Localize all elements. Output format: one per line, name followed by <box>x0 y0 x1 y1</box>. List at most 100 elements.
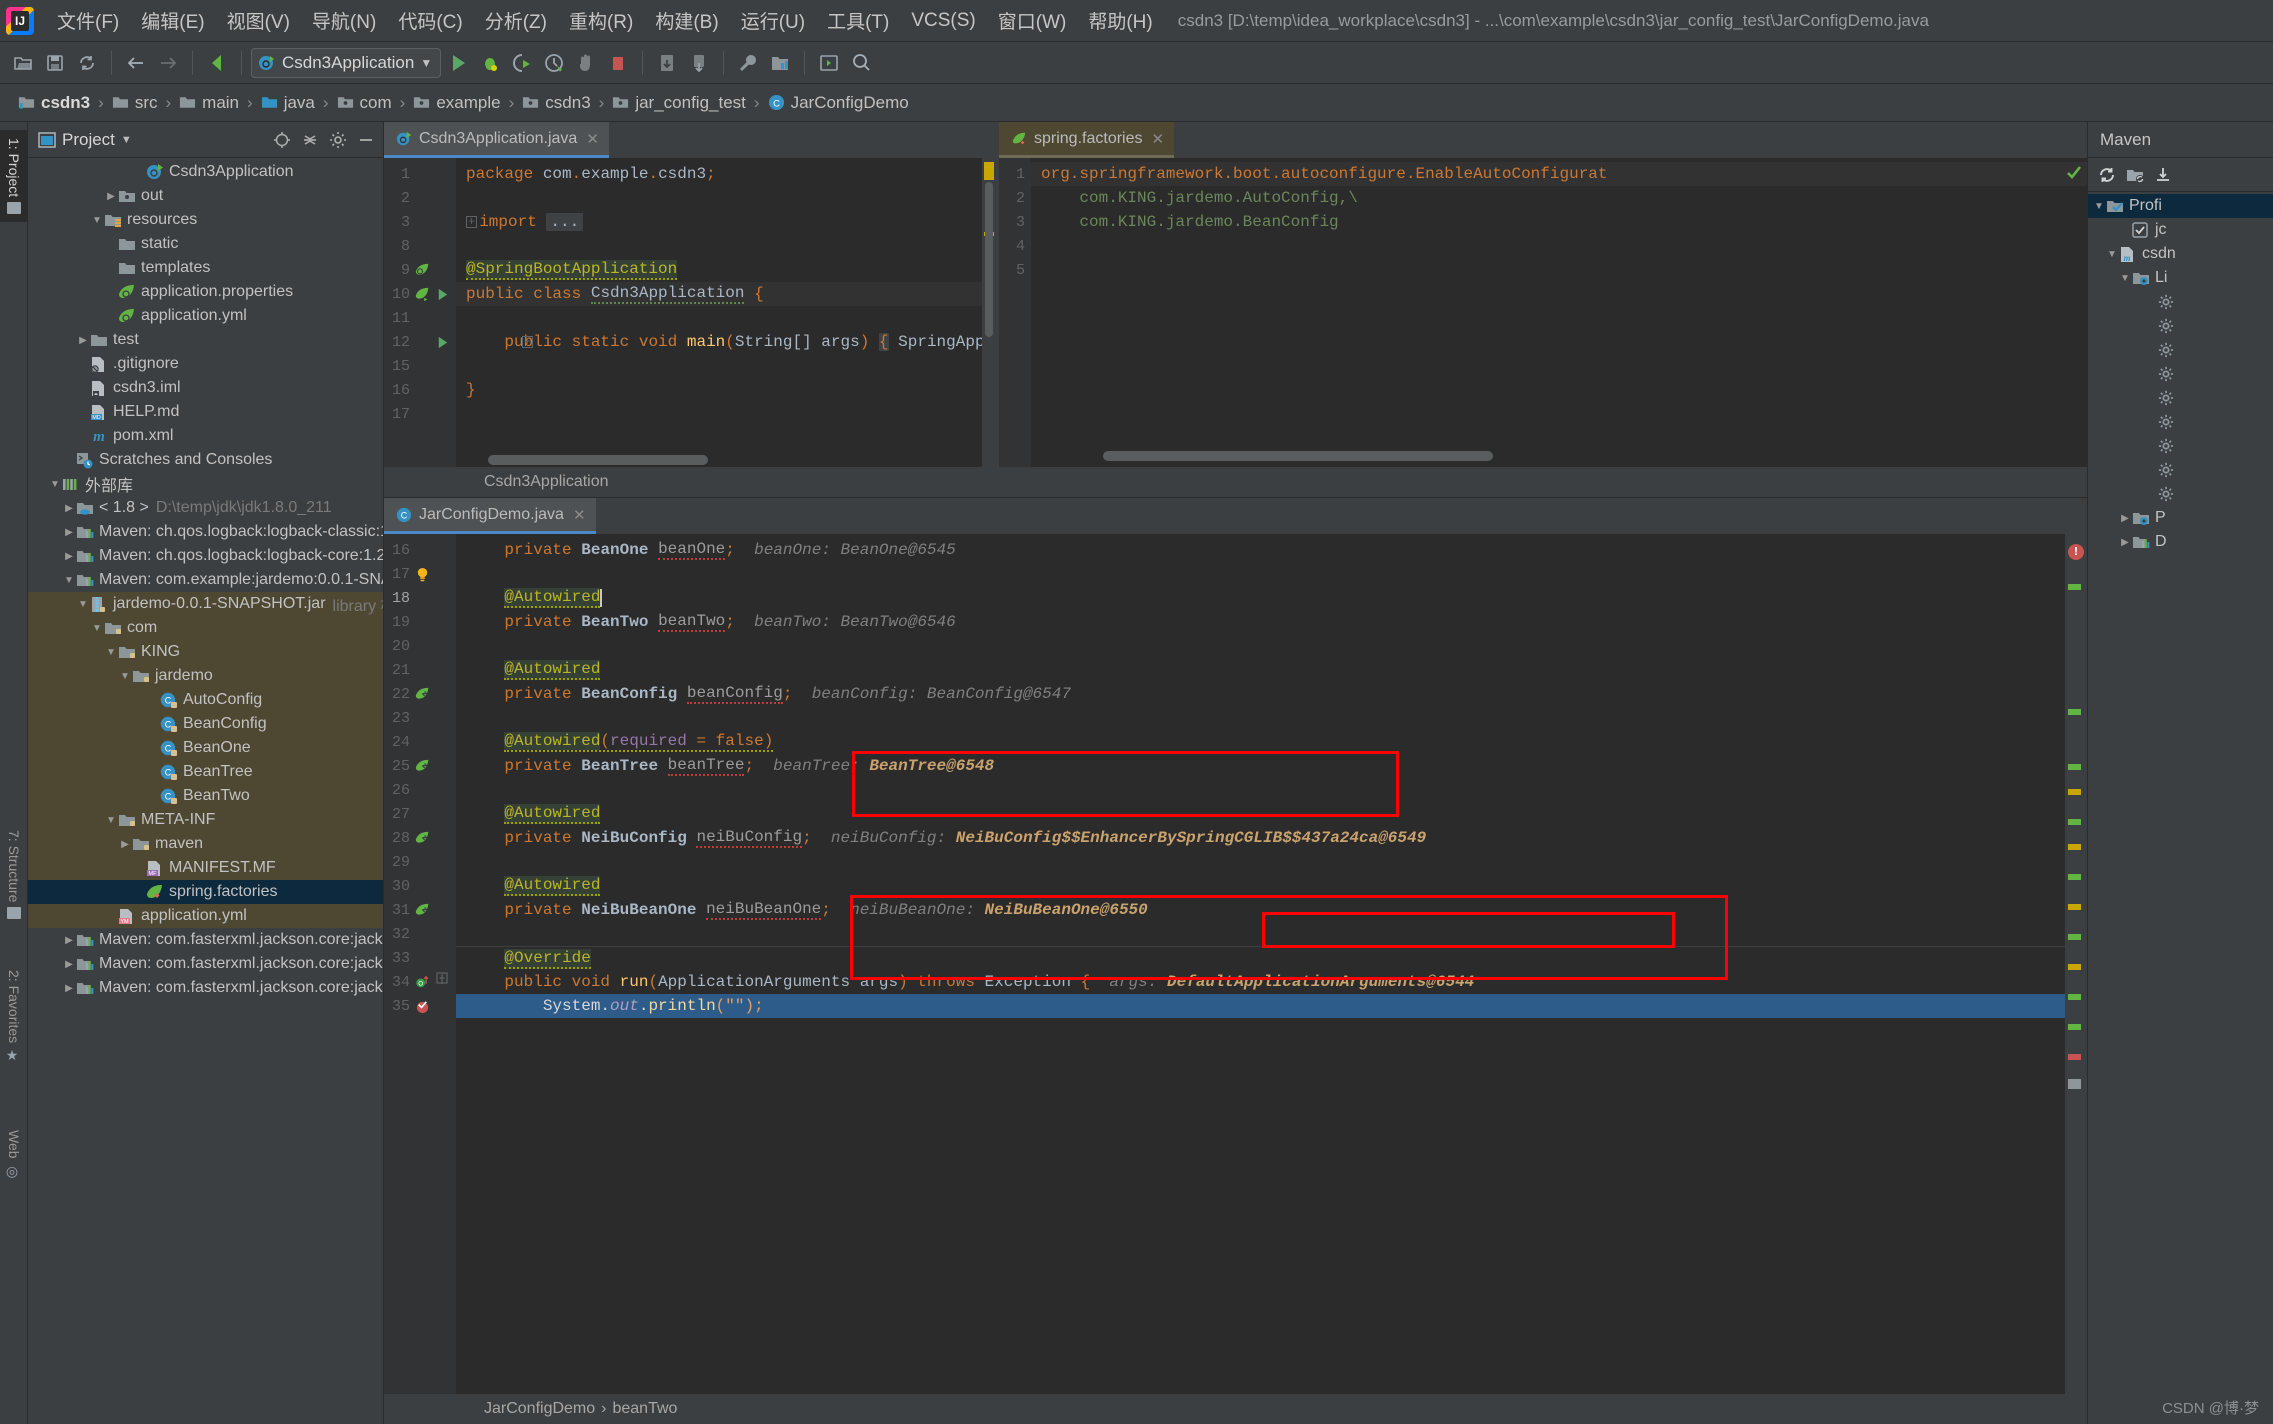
chevron-right-icon[interactable]: ▶ <box>2118 513 2132 524</box>
maven-tree-item[interactable] <box>2088 434 2273 458</box>
maven-tree-item[interactable]: ▼ Li <box>2088 266 2273 290</box>
run-configuration-selector[interactable]: Csdn3Application ▼ <box>251 47 442 78</box>
bean-icon[interactable] <box>414 902 430 918</box>
chevron-down-icon[interactable]: ▼ <box>76 599 90 610</box>
error-stripe-mark[interactable] <box>2068 994 2081 1000</box>
menu-vcs[interactable]: VCS(S) <box>900 8 986 34</box>
tree-item[interactable]: ▼ resources <box>28 208 383 232</box>
maven-tree-item[interactable]: ▶ D <box>2088 530 2273 554</box>
gutter-right[interactable]: 1 2 3 4 5 <box>999 158 1031 467</box>
chevron-right-icon[interactable]: ▶ <box>118 839 132 850</box>
gutter-line[interactable]: 24 <box>384 730 456 754</box>
code-lines-main[interactable]: private BeanOne beanOne; beanOne: BeanOn… <box>456 534 2087 1394</box>
tree-item[interactable]: .gitignore <box>28 352 383 376</box>
error-stripe-mark[interactable] <box>2068 819 2081 825</box>
code-line[interactable] <box>456 922 2087 946</box>
breadcrumb-item-example[interactable]: example <box>409 92 504 114</box>
maven-tree-item[interactable] <box>2088 290 2273 314</box>
menu-tools[interactable]: 工具(T) <box>816 5 900 36</box>
error-stripe-mark[interactable] <box>2068 709 2081 715</box>
gutter-line[interactable]: 10 <box>384 282 456 306</box>
code-line[interactable]: org.springframework.boot.autoconfigure.E… <box>1031 162 2087 186</box>
gutter-line[interactable]: 17 <box>384 402 456 426</box>
locate-icon[interactable] <box>271 129 293 151</box>
maven-tree-item[interactable]: jc <box>2088 218 2273 242</box>
code-lines-right[interactable]: org.springframework.boot.autoconfigure.E… <box>1031 158 2087 467</box>
breadcrumb-item-main[interactable]: main <box>175 92 243 114</box>
code-view-jarconfigdemo[interactable]: 16 17 18 19 20 21 22 23 24 25 26 27 28 29 30 31 32 33 34 O 3… <box>384 534 2087 1394</box>
tree-item[interactable]: ▶ test <box>28 328 383 352</box>
bean-icon[interactable] <box>414 830 430 846</box>
bean-icon[interactable] <box>414 686 430 702</box>
code-line[interactable]: @Autowired <box>456 658 2087 682</box>
code-line[interactable]: @Autowired <box>456 802 2087 826</box>
code-line[interactable]: package com. example. csdn3; <box>456 162 996 186</box>
menu-refactor[interactable]: 重构(R) <box>558 5 644 36</box>
tree-item[interactable]: MF MANIFEST.MF <box>28 856 383 880</box>
download-sources-icon[interactable] <box>2152 164 2174 186</box>
tree-item[interactable]: ▼ KING <box>28 640 383 664</box>
code-view-spring-factories[interactable]: 1 2 3 4 5 org.springframework.boot.autoconfi… <box>999 158 2087 467</box>
maven-tree-item[interactable] <box>2088 410 2273 434</box>
tree-item[interactable]: m pom.xml <box>28 424 383 448</box>
menu-edit[interactable]: 编辑(E) <box>130 5 215 36</box>
gutter-run-marker[interactable] <box>434 286 450 302</box>
gutter-line[interactable]: 8 <box>384 234 456 258</box>
gutter-line[interactable]: 25 <box>384 754 456 778</box>
editor-breadcrumb-item[interactable]: JarConfigDemo <box>484 1400 595 1418</box>
tree-item[interactable]: C AutoConfig <box>28 688 383 712</box>
tree-item[interactable]: ▶ out <box>28 184 383 208</box>
gutter-line[interactable]: 23 <box>384 706 456 730</box>
code-line[interactable]: com.KING.jardemo.BeanConfig <box>1031 210 2087 234</box>
gutter-line[interactable]: 22 <box>384 682 456 706</box>
tree-item[interactable]: ▼ com <box>28 616 383 640</box>
chevron-right-icon[interactable]: ▶ <box>62 983 76 994</box>
chevron-down-icon[interactable]: ▼ <box>90 215 104 226</box>
tree-item[interactable]: csdn3.iml <box>28 376 383 400</box>
gutter-line[interactable]: 16 <box>384 378 456 402</box>
menu-code[interactable]: 代码(C) <box>387 5 473 36</box>
editor-tab-spring-factories[interactable]: spring.factories ✕ <box>999 122 1175 158</box>
tree-item[interactable]: spring.factories <box>28 880 383 904</box>
breadcrumb-item-csdn3[interactable]: csdn3 <box>518 92 594 114</box>
gutter-line[interactable]: 19 <box>384 610 456 634</box>
chevron-down-icon[interactable]: ▼ <box>2092 201 2106 212</box>
chevron-right-icon[interactable]: ▶ <box>62 551 76 562</box>
profile-icon[interactable] <box>539 48 569 78</box>
code-line[interactable]: com.KING.jardemo.AutoConfig,\ <box>1031 186 2087 210</box>
tree-item[interactable]: ▼ jardemo-0.0.1-SNAPSHOT.jar library 根 <box>28 592 383 616</box>
tree-item[interactable]: Csdn3Application <box>28 160 383 184</box>
gutter-line[interactable]: 17 <box>384 562 456 586</box>
code-line[interactable]: @Override <box>456 946 2087 970</box>
override-icon[interactable]: O <box>414 974 430 990</box>
error-stripe-mark[interactable] <box>2068 874 2081 880</box>
maven-tree-item[interactable] <box>2088 482 2273 506</box>
fold-marker[interactable] <box>434 972 450 990</box>
chevron-right-icon[interactable]: ▶ <box>62 503 76 514</box>
gutter-spacer[interactable] <box>414 334 430 350</box>
tree-item[interactable]: ▼ jardemo <box>28 664 383 688</box>
code-lines-left[interactable]: package com. example. csdn3; + import ... @Sp… <box>456 158 996 467</box>
code-line[interactable]: + public static void main(String[] args)… <box>456 330 996 354</box>
tree-item[interactable]: C BeanTree <box>28 760 383 784</box>
editor-breadcrumb-left[interactable]: Csdn3Application <box>384 467 996 497</box>
error-stripe-mark[interactable] <box>2068 934 2081 940</box>
chevron-down-icon[interactable]: ▼ <box>104 647 118 658</box>
code-line[interactable]: private BeanTree beanTree; beanTree: Bea… <box>456 754 2087 778</box>
code-line[interactable] <box>456 634 2087 658</box>
code-line[interactable] <box>456 850 2087 874</box>
error-stripe-main[interactable]: ! <box>2065 534 2087 1394</box>
tree-item[interactable]: C BeanConfig <box>28 712 383 736</box>
tree-item[interactable]: ▶ < 1.8 > D:\temp\jdk\jdk1.8.0_211 <box>28 496 383 520</box>
bean-icon[interactable] <box>414 758 430 774</box>
maven-tree-item[interactable] <box>2088 362 2273 386</box>
menu-analyze[interactable]: 分析(Z) <box>474 5 558 36</box>
chevron-down-icon[interactable]: ▼ <box>48 479 62 490</box>
refresh-icon[interactable] <box>2096 164 2118 186</box>
tree-item[interactable]: C BeanOne <box>28 736 383 760</box>
gutter-left[interactable]: 1 2 3 8 9 10 11 12 15 16 17 <box>384 158 456 467</box>
gutter-run-marker[interactable] <box>434 334 450 350</box>
stop-hand-icon[interactable] <box>571 48 601 78</box>
gutter-line[interactable]: 12 <box>384 330 456 354</box>
debug-icon[interactable] <box>475 48 505 78</box>
